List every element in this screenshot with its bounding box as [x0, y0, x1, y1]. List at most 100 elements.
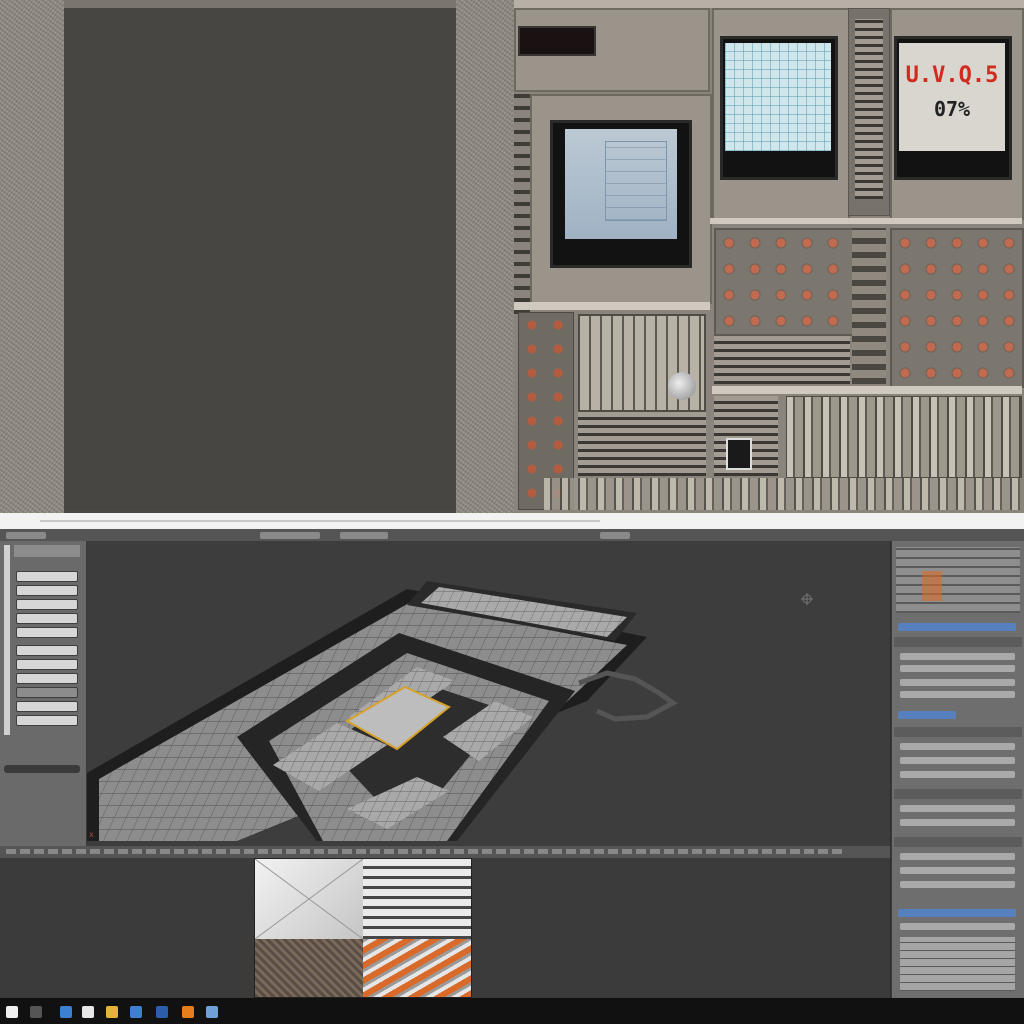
property-field[interactable]	[900, 679, 1015, 686]
property-field[interactable]	[900, 743, 1015, 750]
status-screen-line2: 07%	[933, 97, 971, 121]
uv-texture-image	[254, 858, 472, 998]
control-console-texture: U.V.Q.5 07%	[514, 0, 1024, 513]
tool-shelf-tabs[interactable]	[4, 545, 10, 735]
tool-button[interactable]	[16, 687, 78, 698]
console-top-edge	[514, 0, 1024, 8]
property-field[interactable]	[900, 853, 1015, 860]
header-button[interactable]	[260, 532, 320, 539]
tool-button[interactable]	[16, 613, 78, 624]
property-field[interactable]	[900, 923, 1015, 930]
tool-button[interactable]	[16, 645, 78, 656]
app-icon[interactable]	[206, 1006, 218, 1018]
property-field[interactable]	[900, 805, 1015, 812]
tool-button[interactable]	[16, 599, 78, 610]
tool-button[interactable]	[16, 715, 78, 726]
menu-bar-track	[40, 520, 600, 522]
concrete-strip-left	[0, 0, 64, 513]
tool-button[interactable]	[16, 673, 78, 684]
knob-panel-left	[714, 228, 854, 336]
properties-panel[interactable]	[891, 541, 1024, 998]
tool-button[interactable]	[16, 627, 78, 638]
tool-button[interactable]	[16, 571, 78, 582]
console-dial	[668, 372, 696, 400]
console-main-monitor	[550, 120, 692, 268]
properties-tabs[interactable]	[898, 623, 1016, 631]
console-divider	[710, 218, 1022, 224]
console-monitor-status: U.V.Q.5 07%	[894, 36, 1012, 180]
svg-text:x: x	[89, 830, 94, 839]
timeline-bar[interactable]	[0, 846, 890, 858]
3d-viewport[interactable]: x	[87, 541, 890, 846]
editor-header	[0, 529, 1024, 541]
tool-slider[interactable]	[4, 765, 80, 773]
texture-tile-light	[254, 858, 364, 940]
property-selected[interactable]	[898, 711, 956, 719]
tool-shelf[interactable]	[0, 541, 87, 846]
tool-button[interactable]	[16, 585, 78, 596]
timeline-ticks	[6, 849, 846, 854]
status-screen: U.V.Q.5 07%	[899, 43, 1005, 151]
property-selected[interactable]	[898, 909, 1016, 917]
property-field[interactable]	[900, 757, 1015, 764]
header-button[interactable]	[600, 532, 630, 539]
panel-header[interactable]	[894, 789, 1022, 799]
console-mid-slots	[852, 228, 886, 384]
menu-bar[interactable]	[0, 513, 1024, 530]
knob-panel-right	[890, 228, 1024, 388]
browser-icon[interactable]	[60, 1006, 72, 1018]
tool-button[interactable]	[16, 701, 78, 712]
panel-header[interactable]	[894, 637, 1022, 647]
pipe-detail	[578, 670, 678, 722]
tool-shelf-header	[14, 545, 80, 557]
uv-image-editor[interactable]	[0, 858, 890, 998]
console-column	[848, 8, 890, 216]
header-button[interactable]	[340, 532, 388, 539]
texture-sheet: U.V.Q.5 07%	[0, 0, 1024, 513]
property-field[interactable]	[900, 881, 1015, 888]
outliner[interactable]	[896, 547, 1020, 613]
start-icon[interactable]	[6, 1006, 18, 1018]
app-icon[interactable]	[30, 1006, 42, 1018]
panel-header[interactable]	[894, 837, 1022, 847]
texture-tile-rust	[255, 939, 363, 997]
console-column-slots	[855, 19, 883, 199]
console-divider-2	[514, 302, 710, 310]
property-field[interactable]	[900, 771, 1015, 778]
concrete-strip-right	[456, 0, 514, 513]
folder-icon[interactable]	[106, 1006, 118, 1018]
dark-wall-panel	[64, 8, 456, 510]
property-field[interactable]	[900, 665, 1015, 672]
taskbar	[0, 998, 1024, 1024]
console-divider-3	[712, 386, 1022, 394]
console-speaker	[726, 438, 752, 470]
console-switch-panel	[786, 396, 1022, 478]
outliner-highlight	[922, 571, 942, 601]
app-icon[interactable]	[156, 1006, 168, 1018]
console-main-screen	[565, 129, 677, 239]
led-display	[518, 26, 596, 56]
texture-tile-orange	[363, 939, 471, 997]
mesh-model[interactable]: x	[87, 541, 890, 846]
console-slot-bank	[578, 412, 706, 476]
console-monitor-cyan	[720, 36, 838, 180]
status-screen-line1: U.V.Q.5	[905, 63, 999, 88]
app-icon[interactable]	[82, 1006, 94, 1018]
cyan-grid-screen	[725, 43, 831, 151]
app-icon[interactable]	[130, 1006, 142, 1018]
switch-row	[714, 336, 850, 384]
texture-tile-vent	[363, 859, 471, 939]
header-button[interactable]	[6, 532, 46, 539]
property-field[interactable]	[900, 653, 1015, 660]
screen-window-graphic	[605, 141, 667, 221]
console-bottom-row	[544, 478, 1020, 510]
property-field[interactable]	[900, 867, 1015, 874]
metal-strip-top	[64, 0, 514, 8]
console-side-vents	[514, 94, 530, 314]
property-field[interactable]	[900, 691, 1015, 698]
blender-icon[interactable]	[182, 1006, 194, 1018]
tool-button[interactable]	[16, 659, 78, 670]
property-list[interactable]	[900, 937, 1015, 991]
panel-header[interactable]	[894, 727, 1022, 737]
property-field[interactable]	[900, 819, 1015, 826]
